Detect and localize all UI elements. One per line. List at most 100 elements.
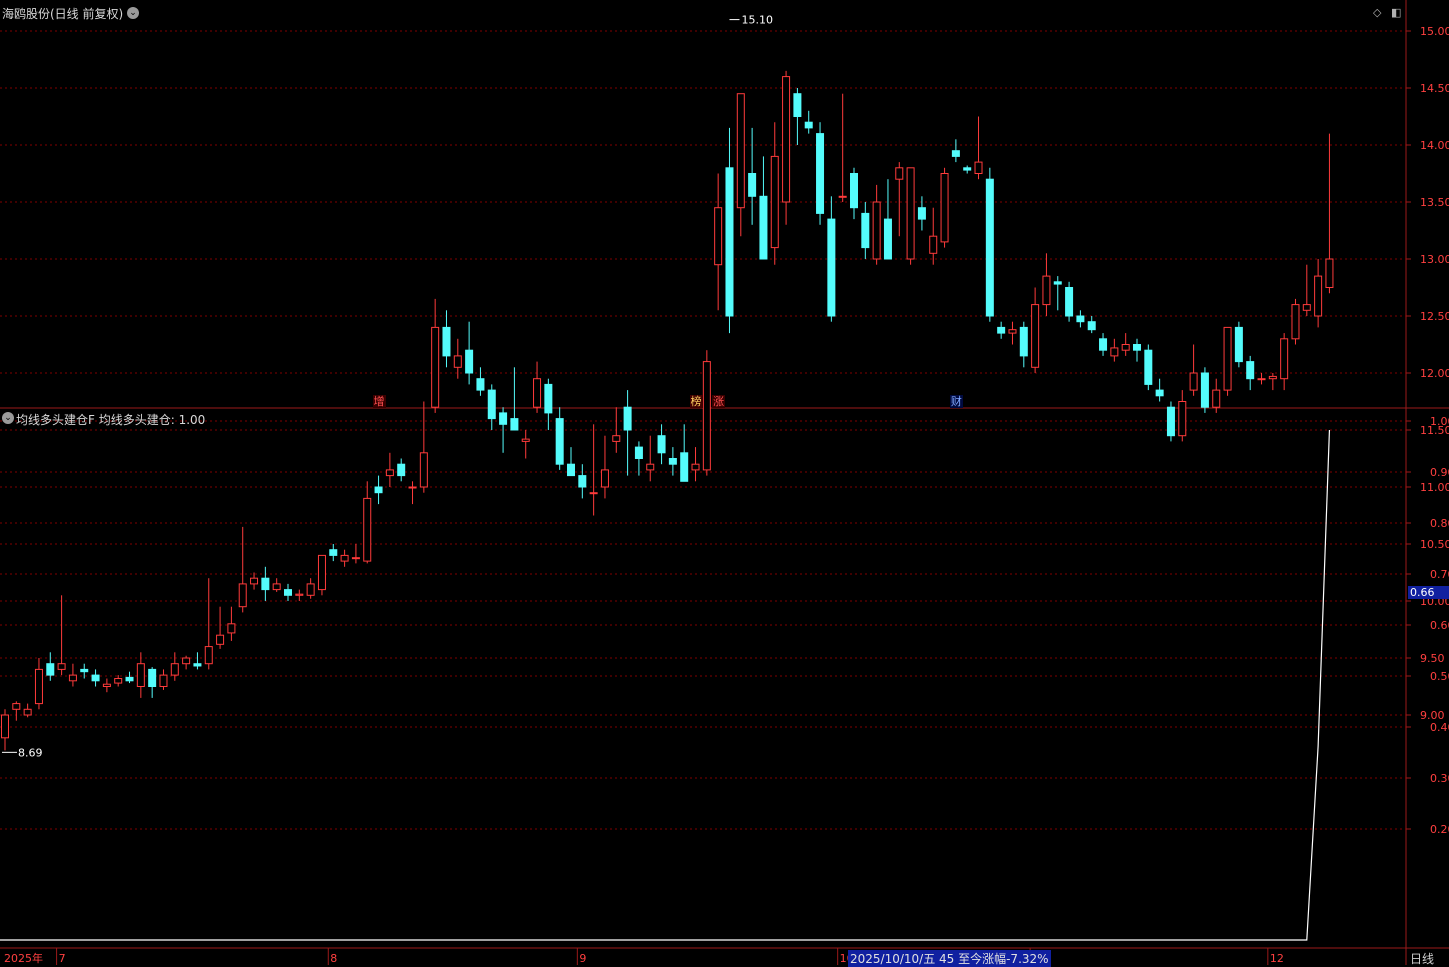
candle-body <box>985 178 994 317</box>
candle-body <box>1246 361 1255 380</box>
candle-body <box>1155 389 1164 397</box>
candle-body <box>419 452 428 488</box>
candle-body <box>634 446 643 460</box>
candle-body <box>646 463 655 471</box>
candle-body <box>974 161 983 175</box>
candle-body <box>883 218 892 260</box>
price-tick-label: 11.00 <box>1420 481 1449 494</box>
candle-body <box>533 378 542 408</box>
candle-body <box>216 634 225 645</box>
signal-marker[interactable]: 财 <box>949 395 963 408</box>
candle-body <box>850 173 858 209</box>
signal-marker[interactable]: 增 <box>372 395 386 408</box>
min-price-label: 8.69 <box>18 746 43 759</box>
candle-body <box>204 646 213 665</box>
period-selector[interactable]: 日线 <box>1410 950 1434 967</box>
candle-body <box>736 93 745 209</box>
candle-body <box>102 683 111 687</box>
candle-body <box>917 207 926 220</box>
candle-body <box>748 173 757 197</box>
kline-chart[interactable]: 15.0014.5014.0013.5013.0012.5012.0011.50… <box>0 0 1449 965</box>
candle-body <box>1189 372 1198 391</box>
diamond-icon[interactable]: ◇ <box>1373 6 1381 19</box>
window-toggle-icon[interactable]: ◧ <box>1391 6 1401 19</box>
candle-body <box>453 355 462 368</box>
candle-body <box>600 469 609 488</box>
candle-body <box>1166 406 1175 437</box>
candle-body <box>1291 304 1300 340</box>
candle-body <box>397 463 406 477</box>
candle-body <box>680 452 689 482</box>
chevron-down-icon[interactable]: ⌄ <box>127 7 139 19</box>
candle-body <box>170 663 179 676</box>
candle-body <box>759 195 768 260</box>
candle-body <box>714 207 723 266</box>
candle-body <box>1031 304 1040 368</box>
candle-body <box>442 326 451 357</box>
candle-body <box>725 167 734 317</box>
candle-body <box>668 458 677 465</box>
cursor-date-tag: 2025/10/10/五 45 至今涨幅-7.32% <box>848 950 1051 967</box>
candle-body <box>91 674 100 682</box>
candle-body <box>1268 375 1277 380</box>
candle-body <box>951 150 960 157</box>
signal-marker[interactable]: 榜 <box>689 395 703 408</box>
candle-body <box>1280 338 1289 380</box>
candle-body <box>567 463 575 477</box>
candle-body <box>1 714 9 739</box>
candle-body <box>1223 326 1232 391</box>
candle-body <box>329 549 338 556</box>
signal-marker[interactable]: 涨 <box>712 395 726 408</box>
candle-body <box>1121 344 1130 351</box>
candle-body <box>295 593 304 596</box>
candle-body <box>408 486 417 489</box>
indicator-tick-label: 0.30 <box>1430 772 1449 785</box>
indicator-line <box>0 429 1331 941</box>
candle-body <box>499 412 508 425</box>
indicator-tick-label: 0.70 <box>1430 568 1449 581</box>
indicator-menu-icon[interactable]: ⌄ <box>2 412 14 424</box>
date-tick-label: 9 <box>579 952 586 965</box>
candle-body <box>114 678 123 684</box>
candle-body <box>1325 258 1334 288</box>
indicator-tick-label: 1.00 <box>1430 415 1449 428</box>
candle-body <box>804 121 813 129</box>
candle-body <box>940 173 949 243</box>
indicator-label: 均线多头建仓F 均线多头建仓: 1.00 <box>16 413 206 427</box>
candle-body <box>521 438 530 442</box>
date-tick-label: 2025年 <box>4 951 43 965</box>
price-tick-label: 12.00 <box>1420 367 1449 380</box>
candle-body <box>691 463 700 471</box>
indicator-tick-label: 0.20 <box>1430 823 1449 836</box>
price-tick-label: 14.00 <box>1420 139 1449 152</box>
candle-body <box>227 623 236 634</box>
candle-body <box>872 201 881 260</box>
candle-body <box>1087 321 1096 331</box>
candle-body <box>838 195 847 198</box>
candle-body <box>340 554 349 562</box>
candle-body <box>487 389 496 420</box>
candle-body <box>193 663 202 667</box>
candle-body <box>261 577 270 591</box>
candle-body <box>895 167 904 180</box>
candle-body <box>1019 326 1028 357</box>
candle-body <box>1302 304 1311 311</box>
candle-body <box>57 663 66 670</box>
candle-body <box>284 589 292 596</box>
candle-body <box>80 668 89 673</box>
candle-body <box>1099 338 1108 351</box>
price-tick-label: 13.00 <box>1420 253 1449 266</box>
candle-body <box>1178 401 1187 437</box>
candle-body <box>1200 372 1209 408</box>
candle-body <box>544 383 553 414</box>
candle-body <box>46 663 55 676</box>
candle-body <box>1042 275 1051 306</box>
candle-body <box>963 167 972 171</box>
candle-body <box>351 557 360 560</box>
candle-body <box>1053 281 1062 285</box>
candle-body <box>34 668 43 705</box>
indicator-tick-label: 0.80 <box>1430 517 1449 530</box>
candle-body <box>1076 315 1085 323</box>
candle-body <box>431 326 440 408</box>
price-tick-label: 10.50 <box>1420 538 1449 551</box>
